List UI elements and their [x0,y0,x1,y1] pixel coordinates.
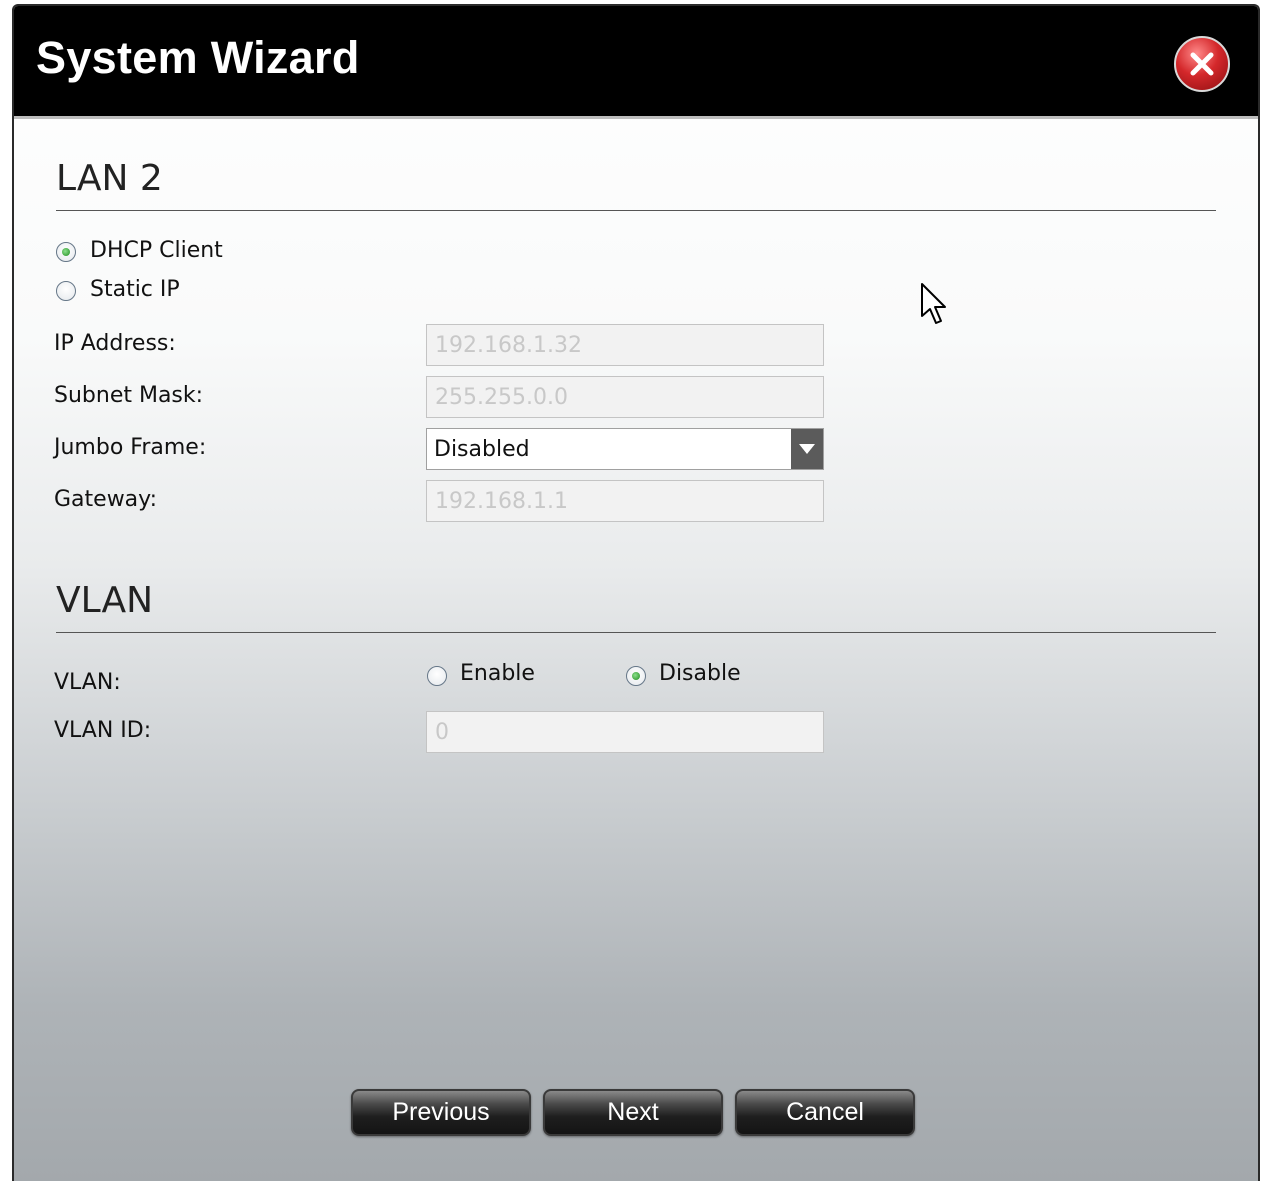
vlan-id-label: VLAN ID: [54,718,152,743]
vlan-id-field[interactable]: 0 [426,711,824,753]
static-ip-radio[interactable] [56,281,76,301]
ip-address-field[interactable]: 192.168.1.32 [426,324,824,366]
dialog-title: System Wizard [36,32,360,83]
vlan-enable-radio[interactable] [427,666,447,686]
previous-button[interactable]: Previous [351,1089,531,1136]
dhcp-client-label: DHCP Client [90,238,223,263]
ip-address-label: IP Address: [54,331,176,356]
vlan-enable-label: Enable [460,661,535,686]
jumbo-frame-value: Disabled [434,437,530,462]
lan2-divider [56,210,1216,211]
gateway-field[interactable]: 192.168.1.1 [426,480,824,522]
cancel-button[interactable]: Cancel [735,1089,915,1136]
subnet-mask-field[interactable]: 255.255.0.0 [426,376,824,418]
mouse-pointer-icon [921,283,946,324]
jumbo-frame-select[interactable]: Disabled [426,428,824,470]
vlan-disable-label: Disable [659,661,741,686]
lan2-heading: LAN 2 [56,158,163,199]
vlan-heading: VLAN [56,580,154,621]
title-bar: System Wizard [14,6,1258,119]
subnet-mask-label: Subnet Mask: [54,383,204,408]
gateway-label: Gateway: [54,487,157,512]
vlan-divider [56,632,1216,633]
close-icon [1190,52,1214,76]
chevron-down-icon [799,444,815,454]
jumbo-frame-label: Jumbo Frame: [54,435,207,460]
vlan-label: VLAN: [54,670,121,695]
close-button[interactable] [1174,36,1230,92]
system-wizard-dialog: System Wizard LAN 2 DHCP Client Static I… [12,4,1260,1181]
dropdown-arrow[interactable] [791,429,823,469]
static-ip-label: Static IP [90,277,180,302]
dhcp-client-radio[interactable] [56,242,76,262]
vlan-disable-radio[interactable] [626,666,646,686]
next-button[interactable]: Next [543,1089,723,1136]
